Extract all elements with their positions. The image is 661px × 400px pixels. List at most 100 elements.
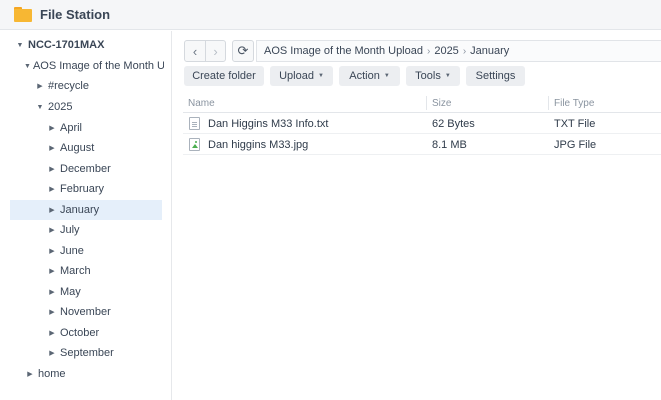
file-type-cell: JPG File <box>554 138 597 151</box>
caret-right-icon[interactable]: ▶ <box>46 165 58 173</box>
tree-item-label: March <box>60 265 91 277</box>
refresh-icon: ⟳ <box>237 43 249 58</box>
chevron-right-icon: › <box>462 45 467 57</box>
breadcrumb-item[interactable]: January <box>470 45 509 57</box>
column-label: File Type <box>554 97 595 109</box>
tree-item-label: December <box>60 163 111 175</box>
caret-down-icon: ▼ <box>444 73 451 79</box>
image-file-icon <box>189 138 200 151</box>
tree-item-july[interactable]: ▶ July <box>46 220 162 240</box>
file-type-cell: TXT File <box>554 117 596 130</box>
tree-item-label: September <box>60 347 114 359</box>
tree-item-2025[interactable]: ▼ 2025 <box>34 97 164 117</box>
title-bar: File Station <box>0 0 661 30</box>
action-button[interactable]: Action ▼ <box>339 66 400 86</box>
column-label: Name <box>188 97 215 109</box>
column-divider[interactable] <box>548 96 549 110</box>
refresh-button[interactable]: ⟳ <box>232 40 254 62</box>
tree-item-root[interactable]: ▼ NCC-1701MAX <box>14 35 164 55</box>
action-toolbar: Create folder Upload ▼ Action ▼ Tools ▼ Set… <box>184 66 531 86</box>
list-header: Name Size File Type <box>183 93 661 113</box>
table-row[interactable]: Dan higgins M33.jpg 8.1 MB JPG File <box>183 134 661 155</box>
caret-down-icon[interactable]: ▼ <box>14 42 26 49</box>
tree-item-label: 2025 <box>48 101 73 113</box>
button-label: Settings <box>475 70 516 82</box>
tree-item-label: February <box>60 183 105 195</box>
chevron-left-icon: ‹ <box>192 43 198 59</box>
tree-item-home[interactable]: ▶ home <box>24 364 164 384</box>
tree-item-label: NCC-1701MAX <box>28 39 105 51</box>
tree-item-december[interactable]: ▶ December <box>46 159 162 179</box>
tree-item-june[interactable]: ▶ June <box>46 241 162 261</box>
forward-button[interactable]: › <box>205 41 225 61</box>
column-label: Size <box>432 97 452 109</box>
tree-item-january[interactable]: ▶ January <box>10 200 162 220</box>
navigation-controls: ‹ › ⟳ <box>184 40 254 62</box>
text-file-icon <box>189 117 200 130</box>
caret-right-icon[interactable]: ▶ <box>46 144 58 152</box>
column-header-size[interactable]: Size <box>432 93 451 113</box>
caret-right-icon[interactable]: ▶ <box>46 329 58 337</box>
caret-down-icon[interactable]: ▼ <box>34 104 46 111</box>
file-name-cell: Dan Higgins M33 Info.txt <box>189 113 328 134</box>
tree-item-september[interactable]: ▶ September <box>46 343 162 363</box>
column-header-type[interactable]: File Type <box>554 93 594 113</box>
file-list: Name Size File Type Dan Higgins M33 Info… <box>183 93 661 155</box>
table-row[interactable]: Dan Higgins M33 Info.txt 62 Bytes TXT Fi… <box>183 113 661 134</box>
breadcrumb-item[interactable]: AOS Image of the Month Upload <box>264 45 423 57</box>
breadcrumb-item[interactable]: 2025 <box>434 45 458 57</box>
tree-item-label: April <box>60 122 83 134</box>
tree-item-recycle[interactable]: ▶ #recycle <box>34 76 164 96</box>
tree-item-label: August <box>60 142 95 154</box>
settings-button[interactable]: Settings <box>466 66 525 86</box>
button-label: Tools <box>415 70 441 82</box>
tree-item-label: January <box>60 204 100 216</box>
button-label: Create folder <box>192 70 256 82</box>
tree-item-label: AOS Image of the Month Upload <box>32 60 164 72</box>
caret-right-icon[interactable]: ▶ <box>46 308 58 316</box>
tools-button[interactable]: Tools ▼ <box>406 66 460 86</box>
folder-tree: ▼ NCC-1701MAX ▼ AOS Image of the Month U… <box>0 31 172 400</box>
caret-right-icon[interactable]: ▶ <box>46 124 58 132</box>
tree-item-label: October <box>60 327 100 339</box>
caret-right-icon[interactable]: ▶ <box>46 349 58 357</box>
tree-item-february[interactable]: ▶ February <box>46 179 162 199</box>
tree-item-share[interactable]: ▼ AOS Image of the Month Upload <box>24 56 164 76</box>
caret-down-icon: ▼ <box>383 73 390 79</box>
caret-right-icon[interactable]: ▶ <box>46 226 58 234</box>
caret-down-icon[interactable]: ▼ <box>24 63 31 70</box>
file-name-cell: Dan higgins M33.jpg <box>189 134 308 155</box>
file-size-cell: 62 Bytes <box>432 117 475 130</box>
tree-item-label: November <box>60 306 111 318</box>
tree-item-march[interactable]: ▶ March <box>46 261 162 281</box>
column-divider[interactable] <box>426 96 427 110</box>
tree-item-label: #recycle <box>48 80 89 92</box>
tree-item-october[interactable]: ▶ October <box>46 323 162 343</box>
chevron-right-icon: › <box>213 43 218 59</box>
back-button[interactable]: ‹ <box>185 41 205 61</box>
tree-item-may[interactable]: ▶ May <box>46 282 162 302</box>
app-title: File Station <box>40 7 111 22</box>
folder-icon <box>14 7 32 22</box>
caret-right-icon[interactable]: ▶ <box>46 288 58 296</box>
caret-right-icon[interactable]: ▶ <box>46 206 58 214</box>
tree-item-november[interactable]: ▶ November <box>46 302 162 322</box>
file-name: Dan higgins M33.jpg <box>208 138 309 151</box>
history-buttons: ‹ › <box>184 40 226 62</box>
caret-right-icon[interactable]: ▶ <box>24 370 36 378</box>
button-label: Upload <box>279 70 314 82</box>
breadcrumb: AOS Image of the Month Upload › 2025 › J… <box>256 40 661 62</box>
create-folder-button[interactable]: Create folder <box>184 66 264 86</box>
caret-right-icon[interactable]: ▶ <box>46 247 58 255</box>
tree-item-august[interactable]: ▶ August <box>46 138 162 158</box>
column-header-name[interactable]: Name <box>188 93 215 113</box>
tree-item-label: June <box>60 245 84 257</box>
tree-item-label: May <box>60 286 81 298</box>
upload-button[interactable]: Upload ▼ <box>270 66 333 86</box>
caret-right-icon[interactable]: ▶ <box>46 185 58 193</box>
tree-item-april[interactable]: ▶ April <box>46 118 162 138</box>
caret-right-icon[interactable]: ▶ <box>34 82 46 90</box>
caret-right-icon[interactable]: ▶ <box>46 267 58 275</box>
caret-down-icon: ▼ <box>317 73 324 79</box>
tree-item-label: July <box>60 224 80 236</box>
